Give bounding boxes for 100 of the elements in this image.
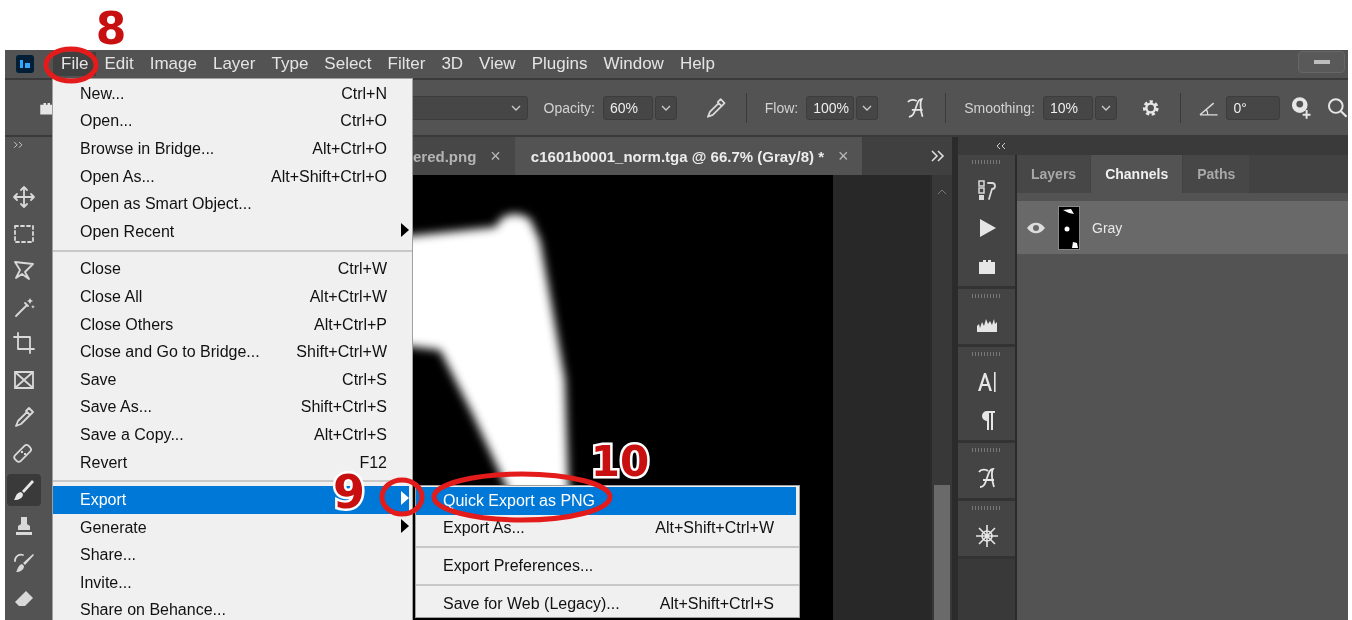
- menu-item[interactable]: Edit: [96, 52, 142, 76]
- menu-item[interactable]: Export Preferences...: [416, 552, 796, 580]
- menu-item[interactable]: Share on Behance...: [53, 596, 409, 620]
- eye-icon[interactable]: [1026, 221, 1046, 234]
- flow-field[interactable]: 100%: [806, 95, 855, 120]
- shortcut-text: F12: [358, 453, 387, 472]
- lasso-icon: [12, 258, 36, 283]
- menu-item[interactable]: Save a Copy... Alt+Ctrl+S: [53, 421, 409, 449]
- menu-item-label: Revert: [80, 453, 128, 472]
- menu-item-label: Close All: [80, 287, 143, 306]
- menu-item[interactable]: Export As... Alt+Shift+Ctrl+W: [416, 514, 796, 543]
- document-tab[interactable]: c1601b0001_norm.tga @ 66.7% (Gray/8) * ×: [514, 137, 863, 175]
- dropdown-button[interactable]: [654, 95, 677, 120]
- brush-icon: [12, 477, 36, 502]
- menu-item-label: New...: [80, 84, 125, 103]
- crop-icon: [12, 331, 36, 356]
- menu-item-label: Open...: [80, 112, 133, 131]
- menu-item-label: Open Recent: [80, 222, 175, 241]
- menu-item[interactable]: View: [471, 52, 524, 76]
- menu-item[interactable]: Save As... Shift+Ctrl+S: [53, 393, 409, 422]
- menu-item[interactable]: 3D: [433, 52, 472, 76]
- menu-item-label: Export: [80, 491, 127, 510]
- helm-icon: [974, 524, 999, 548]
- menu-item[interactable]: Save for Web (Legacy)... Alt+Shift+Ctrl+S: [416, 589, 796, 618]
- shortcut-text: Alt+Shift+Ctrl+S: [658, 594, 774, 613]
- menu-item[interactable]: Window: [595, 52, 672, 76]
- smoothing-field[interactable]: 10%: [1042, 95, 1093, 120]
- annotation-number: 10: [590, 437, 650, 486]
- menu-item[interactable]: Layer: [204, 52, 264, 76]
- minimize-icon: [1313, 60, 1330, 64]
- menu-item-label: Open As...: [80, 167, 155, 186]
- menu-item[interactable]: Select: [316, 52, 380, 76]
- menu-item-label: Browse in Bridge...: [80, 140, 215, 158]
- close-button[interactable]: ×: [837, 145, 849, 167]
- shortcut-text: Alt+Ctrl+S: [313, 425, 387, 444]
- shortcut-text: Shift+Ctrl+W: [295, 343, 387, 362]
- field-label: Opacity:: [543, 99, 595, 116]
- menu-item[interactable]: Plugins: [523, 52, 596, 76]
- collapse-icon[interactable]: [995, 142, 1007, 150]
- menu-item-label: Open as Smart Object...: [80, 195, 252, 214]
- menu-item-label: Generate: [80, 518, 147, 537]
- panel-tab[interactable]: Channels: [1091, 155, 1183, 193]
- chevron-down-icon: [660, 104, 671, 111]
- field-label: Flow:: [764, 99, 799, 116]
- menu-item-label: Export Preferences...: [443, 557, 594, 575]
- menu-item[interactable]: Open Recent: [53, 217, 409, 246]
- shortcut-text: Alt+Ctrl+W: [308, 287, 387, 306]
- menu-item[interactable]: Type: [263, 52, 317, 76]
- shortcut-text: Ctrl+N: [340, 84, 387, 103]
- opacity-field[interactable]: 60%: [602, 95, 653, 120]
- menu-item[interactable]: Close Others Alt+Ctrl+P: [53, 310, 409, 339]
- menu-item[interactable]: Share...: [53, 541, 409, 570]
- menu-item[interactable]: New... Ctrl+N: [53, 80, 409, 108]
- menu-item[interactable]: Filter: [379, 52, 434, 76]
- menu-item-label: Save a Copy...: [80, 425, 184, 444]
- menu-item[interactable]: Quick Export as PNG: [416, 487, 796, 515]
- brush-tool[interactable]: [7, 473, 41, 507]
- menu-item-label: Export As...: [443, 519, 525, 538]
- menu-item[interactable]: Invite...: [53, 569, 409, 597]
- dropdown-button[interactable]: [856, 95, 879, 120]
- menu-item-label: Close: [80, 260, 121, 279]
- menu-item-label: Save for Web (Legacy)...: [443, 594, 620, 613]
- annotation-circle: [379, 477, 425, 517]
- minimize-button[interactable]: [1298, 51, 1345, 73]
- menu-item[interactable]: Open as Smart Object...: [53, 190, 409, 218]
- channel-row[interactable]: Gray: [1017, 201, 1348, 254]
- close-button[interactable]: ×: [490, 145, 501, 167]
- panel-tab[interactable]: Paths: [1183, 155, 1250, 193]
- shortcut-text: Ctrl+O: [339, 112, 387, 131]
- menu-item-label: Close and Go to Bridge...: [80, 343, 260, 362]
- menu-item[interactable]: Close and Go to Bridge... Shift+Ctrl+W: [53, 338, 409, 366]
- angle-field[interactable]: 0°: [1226, 95, 1280, 120]
- helm-panel-button[interactable]: [974, 524, 999, 548]
- panel-tab[interactable]: Layers: [1017, 155, 1091, 193]
- shortcut-text: Shift+Ctrl+S: [299, 398, 387, 417]
- menu-item[interactable]: Help: [671, 52, 723, 76]
- scroll-up-icon[interactable]: [937, 189, 947, 195]
- move-icon: [12, 184, 36, 209]
- channel-name: Gray: [1092, 219, 1123, 236]
- overflow-icon[interactable]: [930, 150, 946, 162]
- annotation-circle: [43, 46, 99, 84]
- annotation-number: 8: [95, 3, 127, 54]
- app-logo-icon[interactable]: [16, 55, 34, 73]
- menu-item[interactable]: Close All Alt+Ctrl+W: [53, 283, 409, 311]
- channel-thumbnail: [1058, 205, 1080, 250]
- menu-item[interactable]: Image: [141, 52, 205, 76]
- menu-item-label: Save: [80, 370, 117, 389]
- menu-item[interactable]: Save Ctrl+S: [53, 365, 409, 394]
- chevron-down-icon: [862, 104, 873, 111]
- menu-item[interactable]: Close Ctrl+W: [53, 255, 409, 284]
- menu-item[interactable]: Generate: [53, 513, 409, 542]
- eyedropper-icon: [12, 404, 36, 429]
- menu-item-label: Share on Behance...: [80, 601, 226, 620]
- menu-item-label: Invite...: [80, 573, 132, 592]
- menu-item[interactable]: Open... Ctrl+O: [53, 107, 409, 136]
- expand-icon[interactable]: [13, 141, 25, 149]
- dropdown-button[interactable]: [1094, 95, 1117, 120]
- menu-item-label: Share...: [80, 546, 137, 565]
- scrollbar-thumb[interactable]: [934, 485, 950, 620]
- search-icon[interactable]: [1326, 96, 1349, 119]
